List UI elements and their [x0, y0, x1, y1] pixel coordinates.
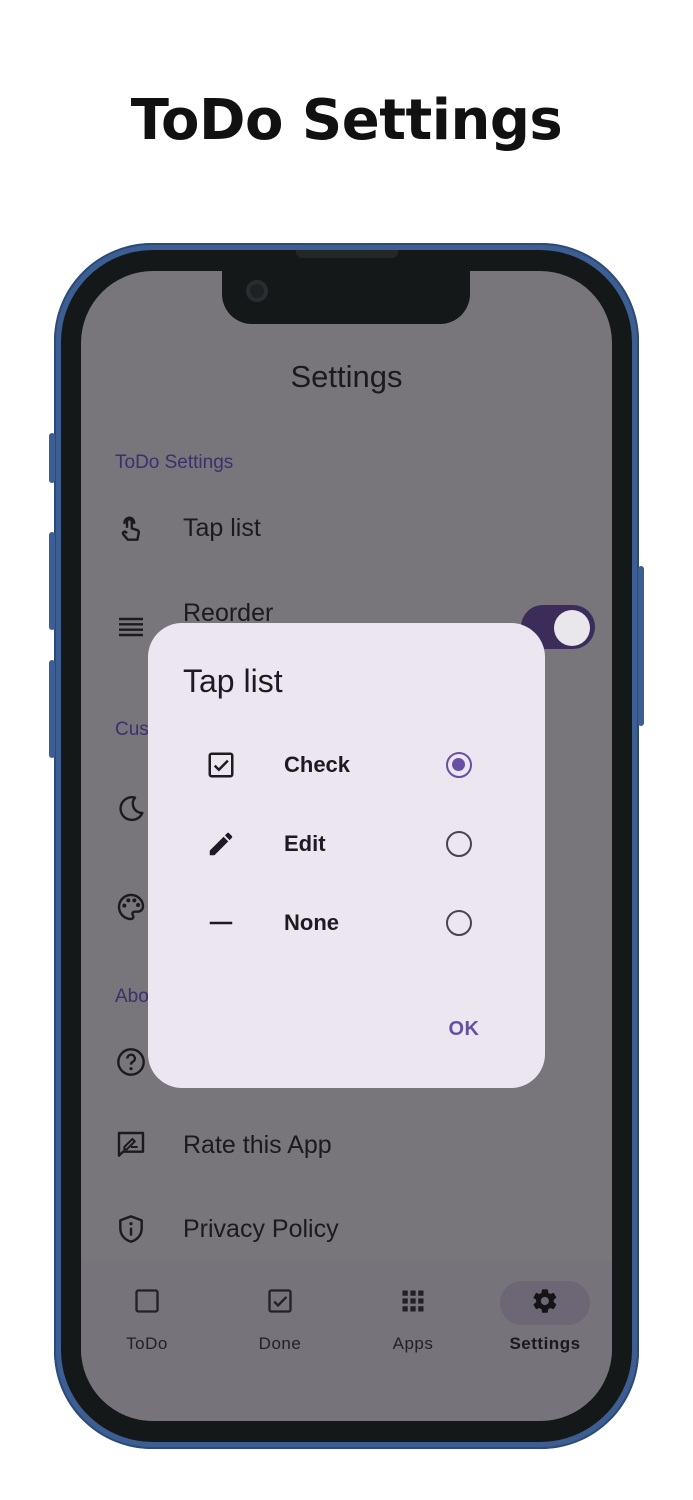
nav-item-settings[interactable]: Settings: [479, 1261, 611, 1381]
option-check[interactable]: Check: [148, 734, 545, 794]
nav-label-done: Done: [258, 1334, 302, 1353]
pencil-icon: [209, 832, 233, 856]
help-icon: [117, 1048, 145, 1076]
option-edit-label: Edit: [284, 831, 326, 856]
reorder-icon: [119, 617, 143, 637]
privacy-policy-label[interactable]: Privacy Policy: [183, 1215, 339, 1244]
nav-item-todo[interactable]: ToDo: [81, 1261, 213, 1381]
camera-icon: [246, 280, 268, 302]
rate-app-label[interactable]: Rate this App: [183, 1131, 332, 1160]
apps-grid-icon: [402, 1290, 424, 1312]
section-label-about: Abo: [115, 986, 149, 1007]
checkbox-checked-icon: [208, 752, 234, 778]
reorder-toggle-thumb: [554, 610, 590, 646]
rate-review-icon: [117, 1131, 145, 1157]
tap-list-label[interactable]: Tap list: [183, 514, 261, 543]
option-none[interactable]: None: [148, 892, 545, 952]
dialog-title: Tap list: [183, 663, 283, 699]
option-none-radio[interactable]: [446, 910, 472, 936]
option-none-label: None: [284, 910, 339, 935]
checkbox-checked-icon: [268, 1289, 292, 1313]
checkbox-blank-icon: [135, 1289, 159, 1313]
nav-label-settings: Settings: [509, 1334, 581, 1353]
nav-label-apps: Apps: [392, 1334, 434, 1353]
section-label-todo-settings: ToDo Settings: [115, 452, 234, 473]
touch-icon: [121, 516, 140, 541]
option-edit[interactable]: Edit: [148, 813, 545, 873]
page-title: Settings: [290, 359, 403, 394]
section-label-customize: Cus: [115, 719, 149, 740]
gear-icon: [533, 1289, 557, 1313]
phone-speaker: [296, 250, 398, 258]
bottom-navigation: ToDo Done Apps Settings: [81, 1261, 612, 1421]
tap-list-dialog: Tap list Check Edit None OK: [148, 623, 545, 1088]
nav-label-todo: ToDo: [126, 1334, 168, 1353]
power-button: [638, 566, 644, 726]
moon-icon: [119, 796, 144, 822]
nav-item-apps[interactable]: Apps: [347, 1261, 479, 1381]
volume-up-button: [49, 532, 55, 630]
volume-down-button: [49, 660, 55, 758]
mute-switch: [49, 433, 55, 483]
option-check-label: Check: [284, 752, 351, 777]
dash-icon: [209, 921, 233, 925]
palette-icon: [117, 893, 145, 921]
ok-button[interactable]: OK: [432, 1009, 496, 1049]
option-check-radio[interactable]: [446, 752, 472, 778]
promo-title: ToDo Settings: [130, 88, 563, 153]
shield-icon: [119, 1215, 143, 1243]
nav-item-done[interactable]: Done: [214, 1261, 346, 1381]
option-edit-radio[interactable]: [446, 831, 472, 857]
